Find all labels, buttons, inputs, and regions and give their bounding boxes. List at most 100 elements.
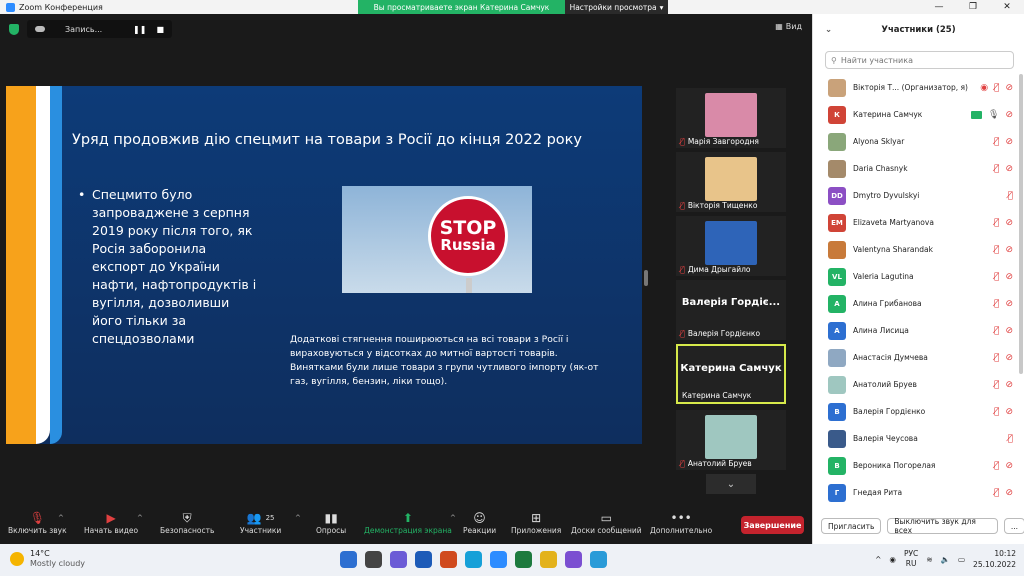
skype-icon[interactable]: [465, 551, 482, 568]
share-options-caret[interactable]: ^: [450, 514, 456, 522]
panel-more-button[interactable]: ...: [1003, 518, 1024, 534]
chevron-up-icon[interactable]: ^: [875, 555, 881, 564]
participant-search-input[interactable]: [840, 55, 991, 65]
participant-row[interactable]: А Алина Лисица 🎙̸ ⊘: [813, 317, 1019, 344]
telegram-icon[interactable]: [590, 551, 607, 568]
participant-row[interactable]: Анатолий Бруев 🎙̸ ⊘: [813, 371, 1019, 398]
participant-row[interactable]: VL Valeria Lagutina 🎙̸ ⊘: [813, 263, 1019, 290]
participants-options-caret[interactable]: ^: [295, 514, 301, 522]
window-controls: — ❐ ✕: [922, 0, 1024, 14]
taskbar-apps: [340, 551, 607, 568]
participant-row[interactable]: Валерія Чеусова 🎙̸: [813, 425, 1019, 452]
pause-recording-button[interactable]: ❚❚: [133, 25, 146, 34]
participant-row[interactable]: EM Elizaveta Martyanova 🎙̸ ⊘: [813, 209, 1019, 236]
mic-muted-icon: 🎙̸: [1007, 190, 1013, 201]
video-tile[interactable]: 🎙̸ Марія Завгородня: [676, 88, 786, 148]
active-speaker-tile[interactable]: Катерина Самчук Катерина Самчук: [676, 344, 786, 404]
avatar: [828, 348, 846, 367]
view-label: Вид: [785, 22, 802, 31]
word-icon[interactable]: [415, 551, 432, 568]
mic-muted-icon: 🎙̸: [680, 137, 685, 146]
audio-options-caret[interactable]: ^: [58, 514, 64, 522]
more-button[interactable]: ••• Дополнительно: [650, 510, 712, 535]
polls-button[interactable]: ▮▮ Опросы: [316, 510, 346, 535]
whiteboards-button[interactable]: ▭ Доски сообщений: [571, 510, 642, 535]
participants-panel-footer: Пригласить Выключить звук для всех ...: [813, 514, 1024, 538]
participant-row[interactable]: DD Dmytro Dyvulskyi 🎙̸: [813, 182, 1019, 209]
zoom-icon[interactable]: [490, 551, 507, 568]
weather-widget[interactable]: 14°C Mostly cloudy: [10, 549, 85, 568]
close-icon[interactable]: ✕: [990, 0, 1024, 14]
excel-icon[interactable]: [515, 551, 532, 568]
search-icon[interactable]: [365, 551, 382, 568]
video-off-icon: ⊘: [1005, 406, 1013, 417]
participant-row[interactable]: В Валерія Гордієнко 🎙̸ ⊘: [813, 398, 1019, 425]
participant-row[interactable]: Valentyna Sharandak 🎙̸ ⊘: [813, 236, 1019, 263]
participant-name: Daria Chasnyk: [853, 164, 908, 173]
powerpoint-icon[interactable]: [440, 551, 457, 568]
collapse-panel-icon[interactable]: ⌄: [825, 25, 832, 35]
video-options-caret[interactable]: ^: [137, 514, 143, 522]
video-off-icon: ⊘: [1005, 244, 1013, 255]
recording-indicator: Запись... ❚❚ ■: [27, 20, 172, 38]
participant-row[interactable]: Daria Chasnyk 🎙̸ ⊘: [813, 155, 1019, 182]
chat-icon[interactable]: [390, 551, 407, 568]
invite-button[interactable]: Пригласить: [821, 518, 882, 534]
more-label: Дополнительно: [650, 526, 713, 535]
participant-row[interactable]: В Вероника Погорелая 🎙̸ ⊘: [813, 452, 1019, 479]
mic-muted-icon: 🎙̸: [994, 298, 1000, 309]
more-dots-icon: •••: [670, 511, 692, 525]
participant-row[interactable]: Вікторія Т... (Организатор, я) ◉ 🎙̸ ⊘: [813, 74, 1019, 101]
avatar: [828, 132, 846, 151]
participant-list-scrollbar[interactable]: [1019, 74, 1023, 374]
participant-row[interactable]: Анастасія Думчева 🎙̸ ⊘: [813, 344, 1019, 371]
view-button[interactable]: ▦ Вид: [775, 22, 802, 31]
participants-panel-header: ⌄ Участники (25): [813, 14, 1024, 46]
tile-big-name: Валерія Гордіє...: [681, 297, 781, 308]
video-tile[interactable]: 🎙̸ Анатолий Бруев: [676, 410, 786, 470]
start-video-label: Начать видео: [84, 526, 139, 535]
viber-tray-icon[interactable]: ◉: [889, 555, 896, 564]
participant-row[interactable]: Alyona Sklyar 🎙̸ ⊘: [813, 128, 1019, 155]
language-indicator[interactable]: РУС RU: [904, 549, 918, 569]
participant-row[interactable]: К Катерина Самчук 🎙 ⊘: [813, 101, 1019, 128]
apps-button[interactable]: ⊞ Приложения: [511, 510, 561, 535]
mic-muted-icon: 🎙̸: [994, 217, 1000, 228]
view-settings-label: Настройки просмотра: [569, 2, 657, 12]
video-tile[interactable]: 🎙̸ Вікторія Тищенко: [676, 152, 786, 212]
start-video-button[interactable]: ▶ Начать видео: [84, 510, 138, 535]
clock-date: 25.10.2022: [973, 560, 1016, 569]
tile-name-row: 🎙̸ Вікторія Тищенко: [680, 201, 757, 210]
chrome-icon[interactable]: [540, 551, 557, 568]
clock[interactable]: 10:12 25.10.2022: [973, 548, 1016, 570]
end-meeting-button[interactable]: Завершение: [741, 516, 804, 534]
recording-label: Запись...: [65, 24, 103, 34]
mute-all-button[interactable]: Выключить звук для всех: [887, 517, 998, 535]
share-screen-button[interactable]: ⬆ Демонстрация экрана: [364, 510, 452, 535]
avatar: К: [828, 105, 846, 124]
participant-row[interactable]: Г Гнедая Рита 🎙̸ ⊘: [813, 479, 1019, 506]
participant-row[interactable]: А Алина Грибанова 🎙̸ ⊘: [813, 290, 1019, 317]
gallery-scroll-down-button[interactable]: ⌄: [706, 474, 756, 494]
viber-icon[interactable]: [565, 551, 582, 568]
clock-time: 10:12: [994, 549, 1016, 558]
participant-status-icons: 🎙 ⊘: [971, 110, 1013, 120]
participants-button[interactable]: 👥 25 Участники: [240, 510, 281, 535]
speaker-icon[interactable]: 🔈: [941, 555, 950, 564]
wifi-icon[interactable]: ≋: [926, 555, 932, 564]
maximize-icon[interactable]: ❐: [956, 0, 990, 14]
stop-recording-button[interactable]: ■: [156, 25, 164, 34]
security-label: Безопасность: [160, 526, 215, 535]
security-shield-icon[interactable]: [9, 24, 19, 35]
participant-search-box[interactable]: ⚲: [825, 51, 1014, 69]
security-button[interactable]: ⛨ Безопасность: [160, 510, 215, 536]
battery-icon[interactable]: ▭: [958, 555, 965, 564]
start-icon[interactable]: [340, 551, 357, 568]
video-tile[interactable]: 🎙̸ Дима Дрыгайло: [676, 216, 786, 276]
video-off-icon: ▶: [106, 511, 116, 525]
video-tile[interactable]: Валерія Гордіє... 🎙̸ Валерія Гордієнко: [676, 280, 786, 340]
minimize-icon[interactable]: —: [922, 0, 956, 14]
view-settings-button[interactable]: Настройки просмотра ▾: [565, 0, 668, 14]
split-resize-handle[interactable]: [644, 270, 648, 286]
reactions-button[interactable]: ☺ Реакции: [463, 510, 496, 535]
